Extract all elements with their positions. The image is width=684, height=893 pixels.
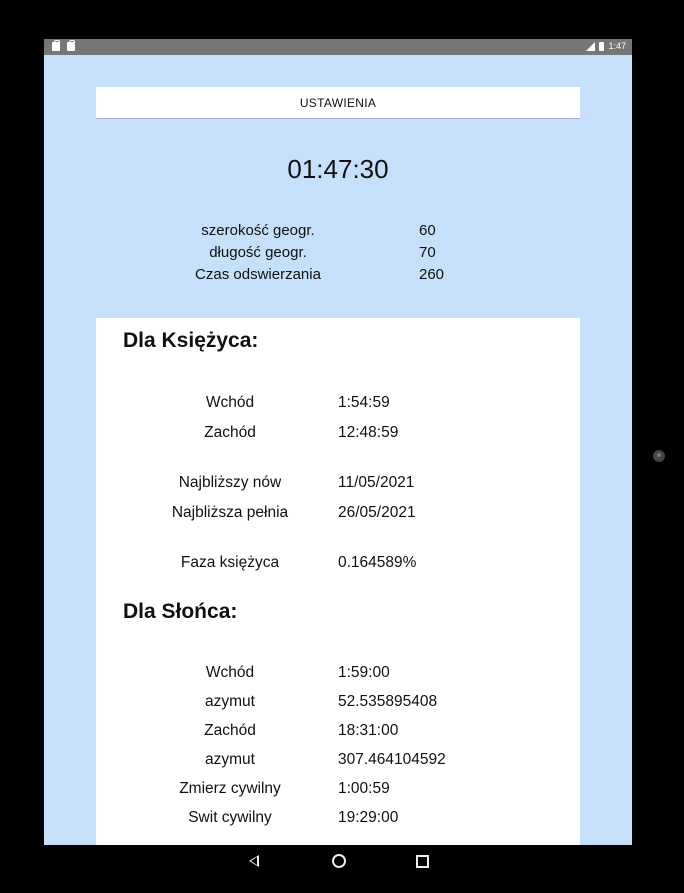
sun-row: Wchód 1:59:00 <box>96 664 580 684</box>
side-handle-icon[interactable] <box>653 450 665 462</box>
param-label: szerokość geogr. <box>201 222 315 239</box>
recent-apps-icon[interactable] <box>416 855 429 868</box>
param-value: 260 <box>419 266 445 283</box>
row-value: 18:31:00 <box>338 722 399 739</box>
param-value: 60 <box>419 222 436 239</box>
row-value: 1:54:59 <box>338 394 390 411</box>
sun-section-title: Dla Słońca: <box>123 600 238 623</box>
param-label: Czas odswierzania <box>195 266 321 283</box>
row-label: Najbliższy nów <box>178 474 282 491</box>
param-label: długość geogr. <box>209 244 307 261</box>
app-screen: 1:47 USTAWIENIA 01:47:30 szerokość geogr… <box>44 39 632 845</box>
moon-row: Zachód 12:48:59 <box>96 424 580 444</box>
row-label: Faza księżyca <box>180 554 280 571</box>
signal-icon <box>586 41 596 51</box>
clock-display: 01:47:30 <box>287 154 389 184</box>
moon-row: Faza księżyca 0.164589% <box>96 554 580 574</box>
row-label: Zachód <box>204 424 256 441</box>
row-label: Swit cywilny <box>188 809 272 826</box>
settings-button[interactable]: USTAWIENIA <box>96 87 580 119</box>
row-value: 11/05/2021 <box>338 474 415 491</box>
notification-icon <box>52 40 60 51</box>
row-value: 307.464104592 <box>338 751 446 768</box>
status-bar: 1:47 <box>44 39 632 55</box>
navigation-bar <box>44 845 632 877</box>
back-icon[interactable] <box>249 855 259 867</box>
row-value: 0.164589% <box>338 554 417 571</box>
sun-row: Zmierz cywilny 1:00:59 <box>96 780 580 800</box>
sun-row: Swit cywilny 19:29:00 <box>96 809 580 829</box>
param-value: 70 <box>419 244 436 261</box>
row-value: 1:59:00 <box>338 664 390 681</box>
row-label: Zmierz cywilny <box>179 780 281 797</box>
row-value: 1:00:59 <box>338 780 390 797</box>
info-card[interactable]: Dla Księżyca: Wchód 1:54:59 Zachód 12:48… <box>96 318 580 845</box>
row-value: 19:29:00 <box>338 809 399 826</box>
status-time: 1:47 <box>608 41 626 51</box>
moon-section-title: Dla Księżyca: <box>123 329 259 352</box>
battery-icon <box>599 41 605 51</box>
row-label: Wchód <box>205 394 255 411</box>
row-label: azymut <box>205 693 255 710</box>
row-label: Wchód <box>205 664 255 681</box>
sun-row: azymut 307.464104592 <box>96 751 580 771</box>
moon-row: Wchód 1:54:59 <box>96 394 580 414</box>
sun-row: azymut 52.535895408 <box>96 693 580 713</box>
sun-row: Zachód 18:31:00 <box>96 722 580 742</box>
row-value: 52.535895408 <box>338 693 438 710</box>
row-value: 26/05/2021 <box>338 504 416 521</box>
notification-icon <box>67 40 75 51</box>
row-label: azymut <box>205 751 255 768</box>
home-icon[interactable] <box>332 854 346 868</box>
moon-row: Najbliższa pełnia 26/05/2021 <box>96 504 580 524</box>
row-value: 12:48:59 <box>338 424 399 441</box>
moon-row: Najbliższy nów 11/05/2021 <box>96 474 580 494</box>
row-label: Zachód <box>204 722 256 739</box>
row-label: Najbliższa pełnia <box>171 504 289 521</box>
